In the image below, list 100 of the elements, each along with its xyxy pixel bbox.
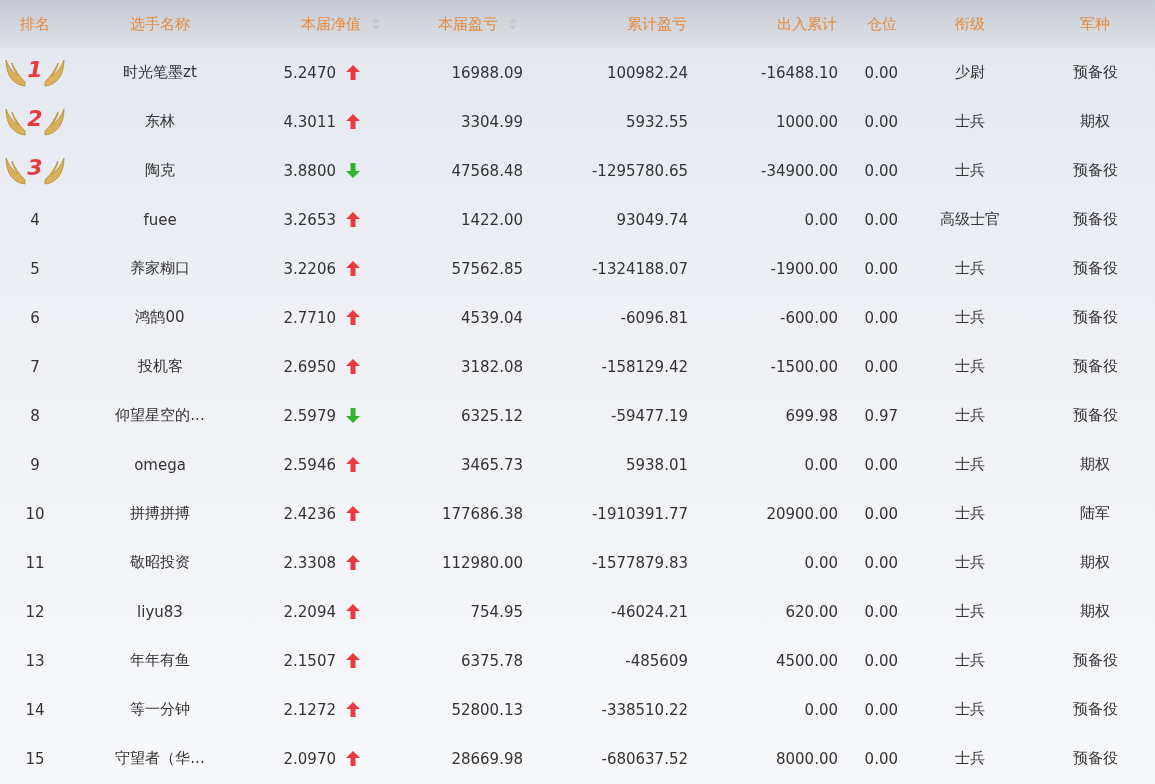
- player-name: omega: [134, 455, 186, 474]
- branch-label: 预备役: [1072, 357, 1118, 376]
- session-profit: 6325.12: [460, 406, 523, 425]
- branch-label: 期权: [1080, 112, 1110, 131]
- branch-label: 预备役: [1072, 210, 1118, 229]
- branch-label: 预备役: [1072, 406, 1118, 425]
- rank-number: 4: [30, 210, 40, 229]
- net-value: 4.3011: [283, 112, 336, 131]
- net-value: 2.1507: [283, 651, 336, 670]
- rank-grade: 士兵: [955, 406, 985, 425]
- branch-label: 预备役: [1072, 63, 1118, 82]
- session-profit: 6375.78: [460, 651, 523, 670]
- column-header: 累计盈亏: [627, 14, 687, 34]
- player-name: 年年有鱼: [130, 651, 190, 670]
- position-value: 0.97: [864, 406, 898, 425]
- position-value: 0.00: [864, 749, 898, 768]
- rank-grade: 士兵: [955, 259, 985, 278]
- player-name: fuee: [143, 210, 177, 229]
- total-profit: -46024.21: [611, 602, 688, 621]
- cash-flow: 20900.00: [766, 504, 838, 523]
- net-value: 2.5979: [283, 406, 336, 425]
- rank-number: 13: [25, 651, 45, 670]
- session-profit: 52800.13: [451, 700, 523, 719]
- cash-flow: -16488.10: [761, 63, 838, 82]
- session-profit: 754.95: [470, 602, 523, 621]
- player-name: 拼搏拼搏: [130, 504, 190, 523]
- player-name: 东林: [145, 112, 175, 131]
- rank-grade: 士兵: [955, 553, 985, 572]
- net-value: 2.2094: [283, 602, 336, 621]
- net-value: 2.5946: [283, 455, 336, 474]
- position-value: 0.00: [864, 210, 898, 229]
- rank-number: 5: [30, 259, 40, 278]
- branch-label: 期权: [1080, 553, 1110, 572]
- net-value: 2.4236: [283, 504, 336, 523]
- cash-flow: 0.00: [804, 700, 838, 719]
- column-header: 军种: [1080, 14, 1110, 34]
- position-value: 0.00: [864, 112, 898, 131]
- column-header: 出入累计: [777, 14, 837, 34]
- position-value: 0.00: [864, 553, 898, 572]
- wing-icon: [43, 106, 66, 137]
- player-name: 养家糊口: [130, 259, 190, 278]
- branch-label: 预备役: [1072, 749, 1118, 768]
- position-value: 0.00: [864, 161, 898, 180]
- session-profit: 1422.00: [460, 210, 523, 229]
- cash-flow: 0.00: [804, 455, 838, 474]
- rank-grade: 高级士官: [940, 210, 1000, 229]
- rank-grade: 士兵: [955, 700, 985, 719]
- rank-number: 14: [25, 700, 45, 719]
- position-value: 0.00: [864, 63, 898, 82]
- total-profit: 5938.01: [625, 455, 688, 474]
- position-value: 0.00: [864, 602, 898, 621]
- rank-grade: 士兵: [955, 161, 985, 180]
- player-name: 投机客: [137, 357, 183, 376]
- cash-flow: 1000.00: [775, 112, 838, 131]
- rank-grade: 士兵: [955, 357, 985, 376]
- cash-flow: 0.00: [804, 210, 838, 229]
- rank-grade: 士兵: [955, 455, 985, 474]
- session-profit: 177686.38: [441, 504, 523, 523]
- total-profit: -158129.42: [601, 357, 688, 376]
- rank-grade: 士兵: [955, 651, 985, 670]
- position-value: 0.00: [864, 455, 898, 474]
- total-profit: -59477.19: [611, 406, 688, 425]
- column-header: 排名: [20, 14, 50, 34]
- player-name: 鸿鹄00: [135, 308, 185, 327]
- total-profit: -1577879.83: [591, 553, 688, 572]
- player-name: 时光笔墨zt: [123, 63, 197, 82]
- column-header: 衔级: [955, 14, 985, 34]
- rank-number: 1: [27, 57, 43, 82]
- rank-number: 6: [30, 308, 40, 327]
- position-value: 0.00: [864, 504, 898, 523]
- rank-grade: 士兵: [955, 308, 985, 327]
- branch-label: 期权: [1080, 602, 1110, 621]
- rank-grade: 少尉: [955, 63, 985, 82]
- net-value: 2.7710: [283, 308, 336, 327]
- player-name: 敬昭投资: [130, 553, 190, 572]
- rank-number: 12: [25, 602, 45, 621]
- session-profit: 3465.73: [460, 455, 523, 474]
- rank-number: 8: [30, 406, 40, 425]
- cash-flow: 699.98: [785, 406, 838, 425]
- net-value: 3.8800: [283, 161, 336, 180]
- column-header: 选手名称: [130, 14, 190, 34]
- session-profit: 3304.99: [460, 112, 523, 131]
- position-value: 0.00: [864, 308, 898, 327]
- column-header: 本届净值: [301, 14, 361, 34]
- player-name: 守望者（华...: [115, 749, 205, 768]
- wing-icon: [43, 57, 66, 88]
- rank-grade: 士兵: [955, 602, 985, 621]
- session-profit: 47568.48: [451, 161, 523, 180]
- cash-flow: 0.00: [804, 553, 838, 572]
- total-profit: -1910391.77: [591, 504, 688, 523]
- net-value: 3.2206: [283, 259, 336, 278]
- rank-number: 15: [25, 749, 45, 768]
- position-value: 0.00: [864, 357, 898, 376]
- player-name: liyu83: [137, 602, 183, 621]
- total-profit: -485609: [625, 651, 688, 670]
- position-value: 0.00: [864, 700, 898, 719]
- total-profit: -1324188.07: [591, 259, 688, 278]
- wing-icon: [4, 57, 27, 88]
- branch-label: 预备役: [1072, 308, 1118, 327]
- player-name: 等一分钟: [130, 700, 190, 719]
